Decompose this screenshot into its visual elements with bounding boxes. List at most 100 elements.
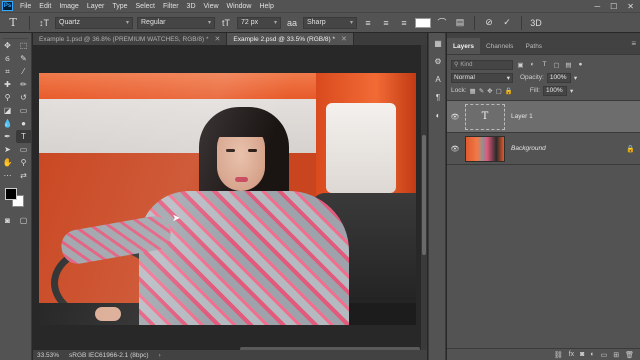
tab-paths[interactable]: Paths [519, 38, 548, 54]
layer-name[interactable]: Background [511, 145, 626, 152]
align-right-icon[interactable]: ≡ [397, 16, 411, 30]
brush-tool-icon[interactable]: ✏ [16, 78, 32, 91]
rectangle-tool-icon[interactable]: ▭ [16, 143, 32, 156]
properties-icon[interactable]: ⚙ [430, 53, 446, 69]
font-style-select[interactable]: Regular ▾ [137, 16, 215, 29]
blur-tool-icon[interactable]: 💧 [0, 117, 16, 130]
menu-type[interactable]: Type [108, 3, 131, 10]
quick-select-tool-icon[interactable]: ✎ [16, 52, 32, 65]
menu-help[interactable]: Help [255, 3, 277, 10]
adjustments-icon[interactable]: ◐ [430, 107, 446, 123]
move-tool-icon[interactable]: ✥ [0, 39, 16, 52]
menu-file[interactable]: File [16, 3, 35, 10]
lock-artboard-icon[interactable]: ▢ [496, 87, 502, 95]
commit-icon[interactable]: ✓ [500, 16, 514, 30]
crop-tool-icon[interactable]: ⌗ [0, 65, 16, 78]
lock-transparent-icon[interactable]: ▦ [470, 87, 476, 95]
scroll-thumb[interactable] [422, 135, 426, 255]
menu-select[interactable]: Select [132, 3, 159, 10]
opacity-input[interactable]: 100% [546, 72, 571, 83]
layer-filter-select[interactable]: ⚲ Kind [451, 59, 513, 70]
add-mask-icon[interactable]: ◙ [580, 351, 584, 358]
history-icon[interactable]: ▦ [430, 35, 446, 51]
zoom-tool-icon[interactable]: ⚲ [16, 156, 32, 169]
filter-adjustment-icon[interactable]: ◐ [528, 60, 537, 69]
path-select-tool-icon[interactable]: ➤ [0, 143, 16, 156]
anti-alias-select[interactable]: Sharp ▾ [303, 16, 357, 29]
eyedropper-tool-icon[interactable]: ⁄ [16, 65, 32, 78]
lock-all-icon[interactable]: 🔒 [505, 87, 513, 95]
swap-colors-icon[interactable]: ⇄ [16, 169, 32, 182]
lock-pixels-icon[interactable]: ✎ [479, 87, 484, 95]
visibility-eye-icon[interactable]: 👁 [447, 145, 463, 153]
minimize-icon[interactable]: ─ [594, 2, 600, 11]
link-layers-icon[interactable]: ⛓ [554, 351, 563, 359]
align-center-icon[interactable]: ≡ [379, 16, 393, 30]
healing-brush-tool-icon[interactable]: ✚ [0, 78, 16, 91]
tab-channels[interactable]: Channels [480, 38, 519, 54]
cancel-icon[interactable]: ⊘ [482, 16, 496, 30]
font-size-select[interactable]: 72 px ▾ [237, 16, 281, 29]
edit-toolbar-icon[interactable]: ⋯ [0, 169, 16, 182]
tab-example-1[interactable]: Example 1.psd @ 36.8% (PREMIUM WATCHES, … [33, 33, 228, 45]
filter-toggle-icon[interactable]: ● [576, 60, 585, 69]
menu-edit[interactable]: Edit [35, 3, 55, 10]
status-menu-icon[interactable]: › [159, 352, 161, 359]
menu-layer[interactable]: Layer [83, 3, 109, 10]
hand-tool-icon[interactable]: ✋ [0, 156, 16, 169]
menu-window[interactable]: Window [223, 3, 256, 10]
zoom-level[interactable]: 33.53% [37, 352, 59, 359]
blend-mode-select[interactable]: Normal ▾ [451, 72, 513, 83]
filter-pixel-icon[interactable]: ▣ [516, 60, 525, 69]
character-icon[interactable]: A [430, 71, 446, 87]
filter-smart-icon[interactable]: ▤ [564, 60, 573, 69]
3d-icon[interactable]: 3D [529, 16, 543, 30]
gradient-tool-icon[interactable]: ▭ [16, 104, 32, 117]
warp-text-icon[interactable]: ⌒ [435, 16, 449, 30]
new-layer-icon[interactable]: ⊞ [613, 351, 619, 359]
layer-row-layer-1[interactable]: 👁 T Layer 1 [447, 101, 640, 133]
layer-name[interactable]: Layer 1 [511, 113, 640, 120]
filter-type-icon[interactable]: T [540, 60, 549, 69]
layer-row-background[interactable]: 👁 Background 🔒 [447, 133, 640, 165]
align-left-icon[interactable]: ≡ [361, 16, 375, 30]
character-panel-icon[interactable]: ▤ [453, 16, 467, 30]
dodge-tool-icon[interactable]: ● [16, 117, 32, 130]
filter-shape-icon[interactable]: ▢ [552, 60, 561, 69]
screen-mode-icon[interactable]: ▢ [16, 214, 32, 227]
fill-input[interactable]: 100% [542, 85, 567, 96]
visibility-eye-icon[interactable]: 👁 [447, 113, 463, 121]
paragraph-icon[interactable]: ¶ [430, 89, 446, 105]
eraser-tool-icon[interactable]: ◪ [0, 104, 16, 117]
lasso-tool-icon[interactable]: ϭ [0, 52, 16, 65]
font-family-select[interactable]: Quartz ▾ [55, 16, 133, 29]
foreground-color[interactable] [4, 188, 17, 200]
delete-layer-icon[interactable]: 🗑 [625, 351, 634, 359]
quick-mask-icon[interactable]: ◙ [0, 214, 16, 227]
canvas-area[interactable]: ➤ [33, 45, 427, 351]
menu-view[interactable]: View [200, 3, 223, 10]
history-brush-tool-icon[interactable]: ↺ [16, 91, 32, 104]
new-group-icon[interactable]: ▭ [601, 351, 608, 359]
type-tool-preset-icon[interactable]: T [4, 15, 22, 31]
tab-layers[interactable]: Layers [447, 38, 480, 54]
marquee-tool-icon[interactable]: ⬚ [16, 39, 32, 52]
maximize-icon[interactable]: ☐ [610, 2, 617, 11]
photoshop-logo[interactable]: Ps [2, 1, 13, 11]
document-canvas[interactable]: ➤ [39, 73, 416, 325]
adjustment-layer-icon[interactable]: ◐ [590, 351, 594, 358]
menu-3d[interactable]: 3D [183, 3, 200, 10]
chevron-down-icon[interactable]: ▾ [574, 74, 577, 82]
type-tool-icon[interactable]: T [15, 130, 32, 143]
menu-image[interactable]: Image [55, 3, 82, 10]
text-orientation-icon[interactable]: ↕T [37, 16, 51, 30]
clone-stamp-tool-icon[interactable]: ⚲ [0, 91, 16, 104]
lock-position-icon[interactable]: ✥ [487, 87, 492, 95]
vertical-scrollbar[interactable] [421, 45, 427, 350]
text-color-swatch[interactable] [415, 17, 431, 28]
tab-example-2[interactable]: Example 2.psd @ 33.5% (RGB/8) * ✕ [227, 33, 354, 45]
fx-icon[interactable]: fx [569, 351, 574, 358]
close-icon[interactable]: ✕ [627, 2, 634, 11]
close-tab-icon[interactable]: ✕ [215, 35, 221, 43]
close-tab-icon[interactable]: ✕ [341, 35, 347, 43]
